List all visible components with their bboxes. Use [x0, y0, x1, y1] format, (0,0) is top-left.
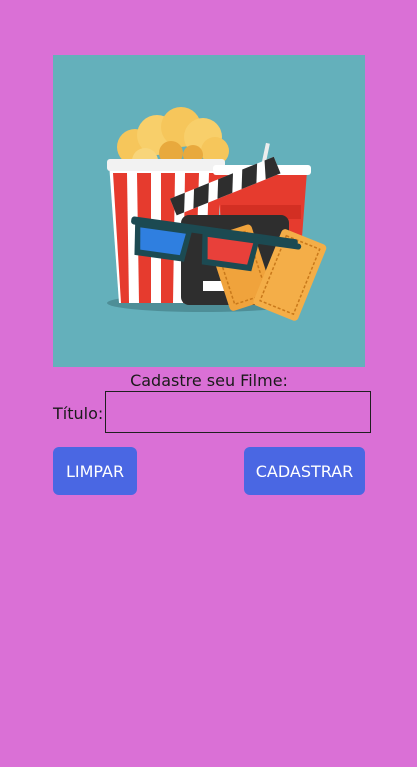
submit-button[interactable]: CADASTRAR	[244, 447, 365, 495]
title-label: Título:	[53, 404, 104, 423]
cinema-illustration-icon	[107, 107, 327, 321]
form-heading: Cadastre seu Filme:	[130, 371, 288, 390]
title-field-row: Título:	[53, 391, 371, 435]
title-input[interactable]	[105, 391, 371, 433]
movie-poster-image	[53, 55, 365, 367]
clear-button[interactable]: LIMPAR	[53, 447, 137, 495]
